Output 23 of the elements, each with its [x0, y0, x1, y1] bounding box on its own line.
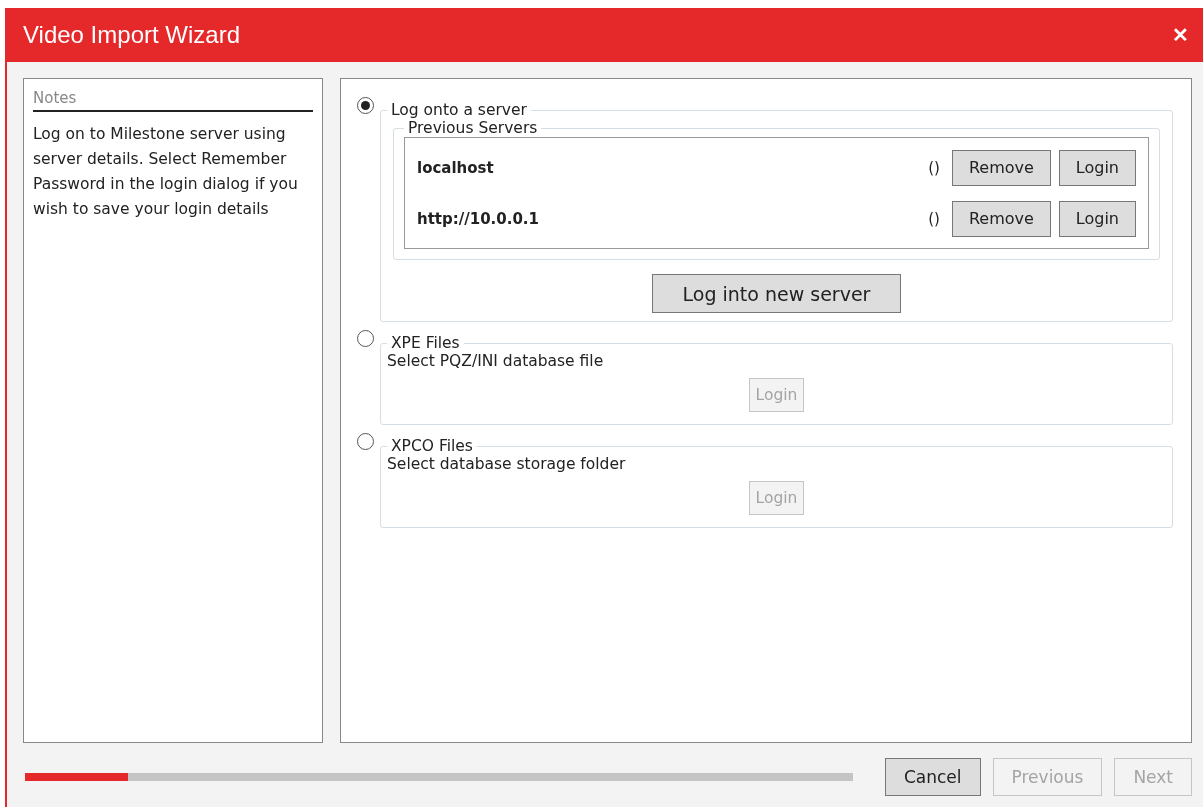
option-label: Log onto a server: [390, 101, 528, 119]
notes-heading: Notes: [33, 89, 313, 112]
option-label: XPE Files: [390, 334, 461, 352]
radio-button[interactable]: [357, 433, 374, 450]
group-label: Previous Servers: [407, 119, 539, 137]
login-button[interactable]: Login: [1058, 200, 1136, 237]
login-button[interactable]: Login: [1058, 149, 1136, 186]
server-name: localhost: [417, 158, 495, 177]
option-label: XPCO Files: [390, 437, 474, 455]
wizard-button[interactable]: Cancel: [884, 758, 981, 796]
option-description: Select PQZ/INI database file: [387, 352, 605, 370]
remove-button[interactable]: Remove: [951, 200, 1051, 237]
server-name: http://10.0.0.1: [417, 209, 540, 228]
radio-button[interactable]: [357, 330, 374, 347]
server-info: (): [928, 209, 940, 228]
remove-button[interactable]: Remove: [951, 149, 1051, 186]
server-info: (): [928, 158, 940, 177]
notes-text: Log on to Milestone server using server details. Select Remember Password in the login dialog if you wish to save your login details: [33, 124, 299, 220]
new-server-button[interactable]: Log into new server: [651, 274, 902, 313]
radio-button[interactable]: [357, 97, 374, 114]
window-title: Video Import Wizard: [23, 21, 240, 49]
close-button[interactable]: ✕: [1168, 23, 1193, 47]
option-description: Select database storage folder: [387, 455, 627, 473]
